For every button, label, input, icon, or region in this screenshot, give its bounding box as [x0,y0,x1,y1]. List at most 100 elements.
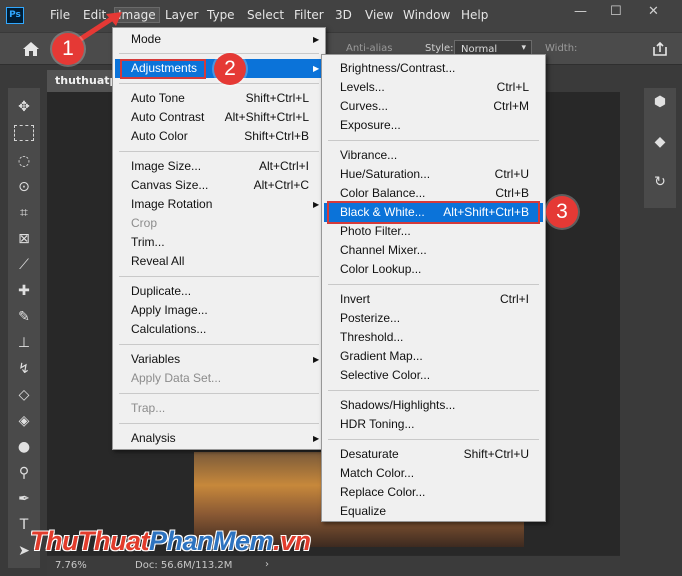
healing-brush-tool-icon[interactable]: ✚ [8,280,40,302]
layers-icon[interactable]: ◆ [650,134,670,154]
menu-item-reveal-all[interactable]: Reveal All [115,252,323,271]
annotation-box [327,201,540,224]
menu-item-variables[interactable]: Variables ▶ [115,350,323,369]
menu-select[interactable]: Select [247,8,284,22]
menu-item-image-size[interactable]: Image Size... Alt+Ctrl+I [115,157,323,176]
marquee-tool-icon[interactable] [14,125,34,141]
menu-item-label: Apply Data Set... [131,371,222,385]
menu-item-label: Equalize [340,504,387,518]
anti-alias-label: Anti-alias [346,43,393,54]
menu-item-auto-contrast[interactable]: Auto Contrast Alt+Shift+Ctrl+L [115,108,323,127]
menu-item-threshold[interactable]: Threshold... [324,328,543,347]
menu-item-shadows-highlights[interactable]: Shadows/Highlights... [324,396,543,415]
chevron-right-icon[interactable]: › [265,559,269,570]
maximize-icon[interactable]: ☐ [610,4,622,19]
menu-item-auto-tone[interactable]: Auto Tone Shift+Ctrl+L [115,89,323,108]
frame-tool-icon[interactable]: ⊠ [8,228,40,250]
menu-item-selective-color[interactable]: Selective Color... [324,366,543,385]
submenu-arrow-icon: ▶ [313,434,320,443]
history-brush-tool-icon[interactable]: ↯ [8,358,40,380]
menu-item-levels[interactable]: Levels... Ctrl+L [324,78,543,97]
menu-item-exposure[interactable]: Exposure... [324,116,543,135]
menu-item-image-rotation[interactable]: Image Rotation ▶ [115,195,323,214]
move-tool-icon[interactable]: ✥ [8,96,40,118]
menu-window[interactable]: Window [403,8,450,22]
menu-item-channel-mixer[interactable]: Channel Mixer... [324,241,543,260]
step-3-callout: 3 [546,196,578,228]
3d-icon[interactable]: ⬢ [650,94,670,114]
close-icon[interactable]: ✕ [648,4,659,19]
menu-item-equalize[interactable]: Equalize [324,502,543,521]
menu-help[interactable]: Help [461,8,488,22]
chevron-down-icon: ▾ [521,43,526,53]
menu-item-gradient-map[interactable]: Gradient Map... [324,347,543,366]
divider [119,423,319,424]
menu-item-mode[interactable]: Mode ▶ [115,30,323,49]
status-bar: 7.76% Doc: 56.6M/113.2M › [47,555,620,576]
menu-item-label: Variables [131,352,181,366]
submenu-arrow-icon: ▶ [313,35,320,44]
menu-item-desaturate[interactable]: Desaturate Shift+Ctrl+U [324,445,543,464]
quick-select-tool-icon[interactable]: ⊙ [8,176,40,198]
menu-item-label: Exposure... [340,118,401,132]
menu-file[interactable]: File [50,8,70,22]
submenu-arrow-icon: ▶ [313,355,320,364]
dodge-tool-icon[interactable]: ⚲ [8,462,40,484]
menu-item-color-lookup[interactable]: Color Lookup... [324,260,543,279]
menu-item-apply-image[interactable]: Apply Image... [115,301,323,320]
blur-tool-icon[interactable]: ● [8,436,40,458]
menu-view[interactable]: View [365,8,393,22]
menu-item-label: Auto Tone [131,91,185,105]
crop-tool-icon[interactable]: ⌗ [8,202,40,224]
menu-filter[interactable]: Filter [294,8,324,22]
menu-item-curves[interactable]: Curves... Ctrl+M [324,97,543,116]
paint-bucket-tool-icon[interactable]: ◈ [8,410,40,432]
home-icon[interactable] [22,41,40,57]
stamp-tool-icon[interactable]: ⊥ [8,332,40,354]
menu-item-photo-filter[interactable]: Photo Filter... [324,222,543,241]
menu-item-calculations[interactable]: Calculations... [115,320,323,339]
lasso-tool-icon[interactable]: ◌ [8,150,40,172]
menu-item-duplicate[interactable]: Duplicate... [115,282,323,301]
menu-item-label: Mode [131,32,162,46]
menu-type[interactable]: Type [207,8,235,22]
menu-item-vibrance[interactable]: Vibrance... [324,146,543,165]
eraser-tool-icon[interactable]: ◇ [8,384,40,406]
brush-tool-icon[interactable]: ✎ [8,306,40,328]
menu-item-hdr-toning[interactable]: HDR Toning... [324,415,543,434]
eyedropper-tool-icon[interactable]: ⟋ [8,254,40,276]
menu-item-label: Canvas Size... [131,178,209,192]
divider [328,140,539,141]
zoom-level[interactable]: 7.76% [55,560,87,571]
menu-item-brightness-contrast[interactable]: Brightness/Contrast... [324,59,543,78]
watermark-part: ThuThuat [30,526,149,556]
menu-item-analysis[interactable]: Analysis ▶ [115,429,323,448]
annotation-box [120,59,206,79]
menu-item-shortcut: Alt+Ctrl+I [258,159,309,173]
menu-item-canvas-size[interactable]: Canvas Size... Alt+Ctrl+C [115,176,323,195]
menu-layer[interactable]: Layer [165,8,198,22]
menu-item-hue-saturation[interactable]: Hue/Saturation... Ctrl+U [324,165,543,184]
minimize-icon[interactable]: — [574,4,587,19]
menu-item-label: Trap... [131,401,166,415]
menu-3d[interactable]: 3D [335,8,352,22]
menu-item-shortcut: Shift+Ctrl+U [463,447,529,461]
history-icon[interactable]: ↻ [650,174,670,194]
share-icon[interactable] [652,41,668,57]
photoshop-logo: Ps [6,7,24,24]
menu-item-label: Replace Color... [340,485,426,499]
menu-item-shortcut: Ctrl+L [496,80,529,94]
menu-item-label: Auto Color [131,129,188,143]
menu-item-invert[interactable]: Invert Ctrl+I [324,290,543,309]
divider [119,151,319,152]
style-label: Style: [425,43,454,54]
menu-item-posterize[interactable]: Posterize... [324,309,543,328]
menu-item-replace-color[interactable]: Replace Color... [324,483,543,502]
menu-item-trim[interactable]: Trim... [115,233,323,252]
menu-item-shortcut: Shift+Ctrl+L [245,91,309,105]
menu-item-match-color[interactable]: Match Color... [324,464,543,483]
pen-tool-icon[interactable]: ✒ [8,488,40,510]
menu-item-auto-color[interactable]: Auto Color Shift+Ctrl+B [115,127,323,146]
menu-item-label: Color Lookup... [340,262,422,276]
menu-item-label: HDR Toning... [340,417,415,431]
